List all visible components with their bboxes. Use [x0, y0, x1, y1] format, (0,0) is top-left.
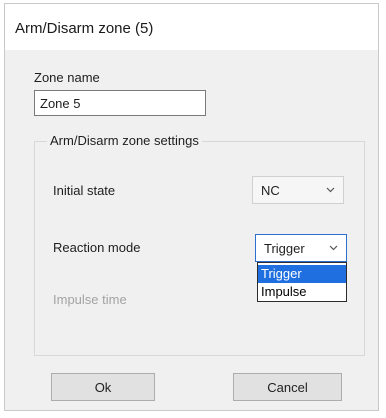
title-bar: Arm/Disarm zone (5) [5, 4, 378, 50]
initial-state-label: Initial state [53, 183, 116, 198]
dialog-window: Arm/Disarm zone (5) Zone name Arm/Disarm… [4, 3, 379, 411]
reaction-mode-dropdown-list: Trigger Impulse [257, 262, 347, 302]
reaction-mode-value: Trigger [264, 241, 305, 256]
settings-group-title: Arm/Disarm zone settings [47, 133, 202, 148]
dropdown-option-impulse[interactable]: Impulse [258, 283, 346, 301]
ok-button[interactable]: Ok [51, 373, 155, 401]
cancel-button[interactable]: Cancel [233, 373, 342, 401]
impulse-time-label: Impulse time [53, 292, 127, 307]
dropdown-option-trigger[interactable]: Trigger [258, 265, 346, 283]
chevron-down-icon [329, 245, 338, 251]
initial-state-value: NC [261, 183, 280, 198]
reaction-mode-select[interactable]: Trigger [255, 234, 347, 262]
zone-name-input[interactable] [34, 90, 206, 116]
window-title: Arm/Disarm zone (5) [15, 20, 154, 37]
zone-name-label: Zone name [34, 70, 100, 85]
reaction-mode-label: Reaction mode [53, 240, 141, 255]
chevron-down-icon [326, 187, 335, 193]
initial-state-select[interactable]: NC [252, 176, 344, 204]
